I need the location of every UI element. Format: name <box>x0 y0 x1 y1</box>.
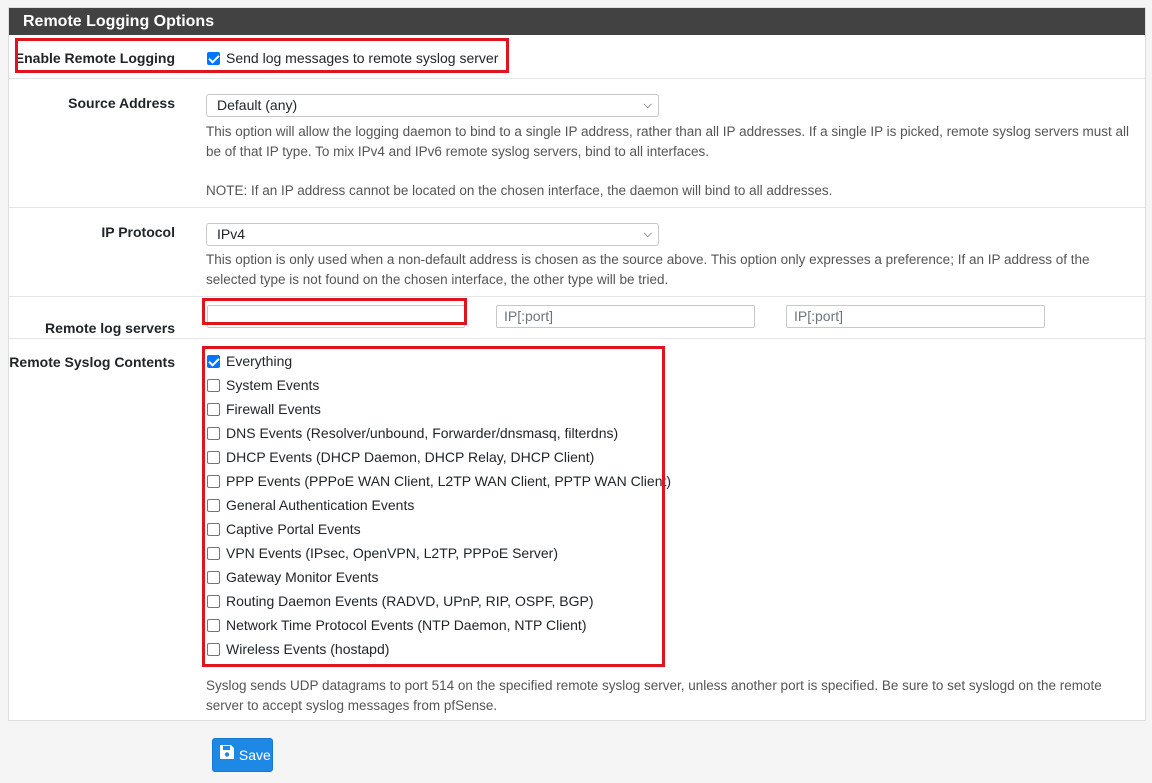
chevron-down-icon: ⌵ <box>643 99 652 111</box>
ip-protocol-selected: IPv4 <box>217 226 246 242</box>
source-address-help: This option will allow the logging daemo… <box>206 124 1129 159</box>
save-button-label: Save <box>238 747 271 763</box>
ip-protocol-label: IP Protocol <box>101 224 175 240</box>
floppy-disk-icon <box>219 739 235 771</box>
save-button[interactable]: Save <box>212 738 273 772</box>
remote-server-3-input[interactable]: IP[:port] <box>786 305 1045 328</box>
source-address-select[interactable]: Default (any) ⌵ <box>206 94 659 117</box>
highlight-remote-server-1 <box>202 298 467 325</box>
source-address-label: Source Address <box>68 95 175 111</box>
remote-log-servers-row: Remote log servers IP[:port] IP[:port] <box>9 296 1145 338</box>
chevron-down-icon: ⌵ <box>643 228 652 240</box>
source-address-selected: Default (any) <box>217 97 298 113</box>
remote-log-servers-label: Remote log servers <box>45 320 175 336</box>
source-address-row: Source Address Default (any) ⌵ This opti… <box>9 78 1145 207</box>
panel-title: Remote Logging Options <box>9 8 1145 35</box>
ip-protocol-row: IP Protocol IPv4 ⌵ This option is only u… <box>9 207 1145 296</box>
syslog-contents-help: Syslog sends UDP datagrams to port 514 o… <box>206 678 1102 713</box>
highlight-enable-remote-logging <box>15 38 509 73</box>
ip-protocol-help: This option is only used when a non-defa… <box>206 252 1090 287</box>
remote-server-2-input[interactable]: IP[:port] <box>496 305 755 328</box>
remote-syslog-contents-label: Remote Syslog Contents <box>9 354 175 370</box>
ip-protocol-select[interactable]: IPv4 ⌵ <box>206 223 659 246</box>
highlight-syslog-contents <box>202 346 665 667</box>
source-address-note: NOTE: If an IP address cannot be located… <box>206 183 833 198</box>
